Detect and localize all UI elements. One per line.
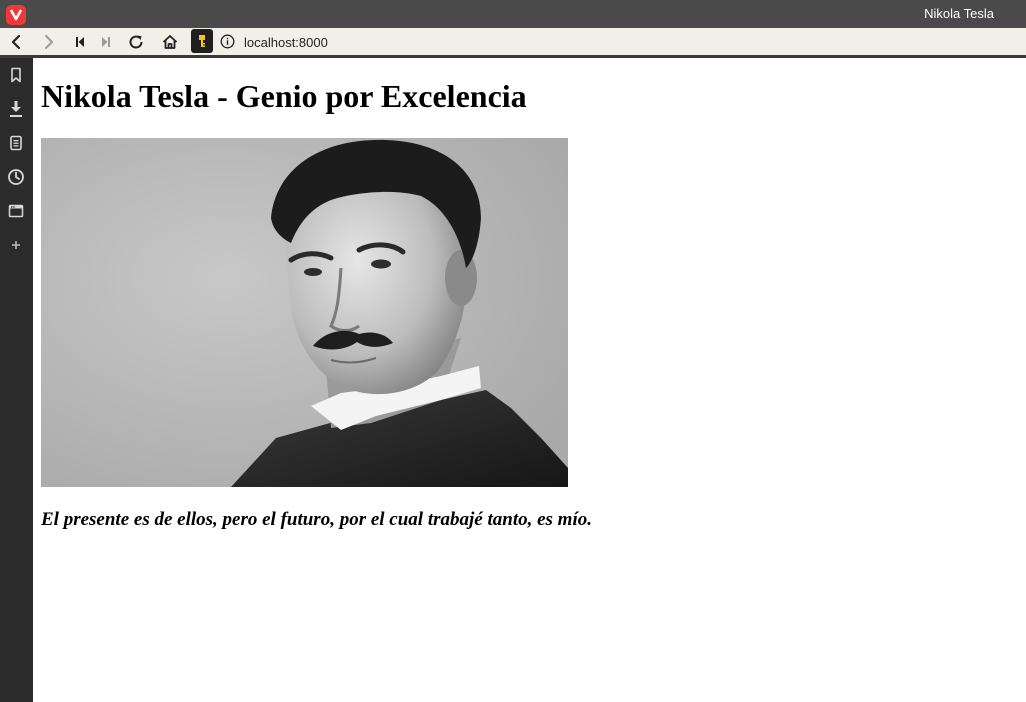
page-content: Nikola Tesla - Genio por Excelencia El p… <box>33 58 1026 702</box>
bookmarks-icon <box>11 67 21 83</box>
back-button[interactable] <box>2 28 30 55</box>
back-icon <box>11 34 21 49</box>
title-bar: Nikola Tesla <box>0 0 1026 28</box>
add-panel-button[interactable] <box>4 233 28 257</box>
forward-icon <box>45 34 53 49</box>
bookmarks-button[interactable] <box>4 63 28 87</box>
history-button[interactable] <box>4 165 28 189</box>
notes-button[interactable] <box>4 131 28 155</box>
vivaldi-logo-icon[interactable] <box>6 5 26 25</box>
url-input[interactable] <box>244 33 1004 51</box>
reload-button[interactable] <box>122 28 150 55</box>
home-icon <box>162 34 178 49</box>
reload-icon <box>129 35 143 48</box>
downloads-button[interactable] <box>4 97 28 121</box>
history-icon <box>8 169 24 185</box>
site-info-icon[interactable] <box>219 33 235 49</box>
page-heading: Nikola Tesla - Genio por Excelencia <box>41 78 527 114</box>
rewind-button[interactable] <box>66 28 94 55</box>
fast-forward-button[interactable] <box>92 28 120 55</box>
forward-button[interactable] <box>35 28 63 55</box>
fast-forward-icon <box>102 36 110 47</box>
add-panel-icon <box>12 241 20 249</box>
side-panel <box>0 58 33 702</box>
portrait-image <box>41 138 568 487</box>
address-bar <box>0 28 1026 55</box>
rewind-icon <box>76 36 84 47</box>
key-icon[interactable] <box>191 29 213 53</box>
tesla-quote: El presente es de ellos, pero el futuro,… <box>41 509 592 530</box>
window-panel-button[interactable] <box>4 199 28 223</box>
home-button[interactable] <box>156 28 184 55</box>
window-title: Nikola Tesla <box>924 6 994 21</box>
notes-icon <box>10 135 22 151</box>
window-panel-icon <box>8 204 24 218</box>
downloads-icon <box>10 101 22 117</box>
